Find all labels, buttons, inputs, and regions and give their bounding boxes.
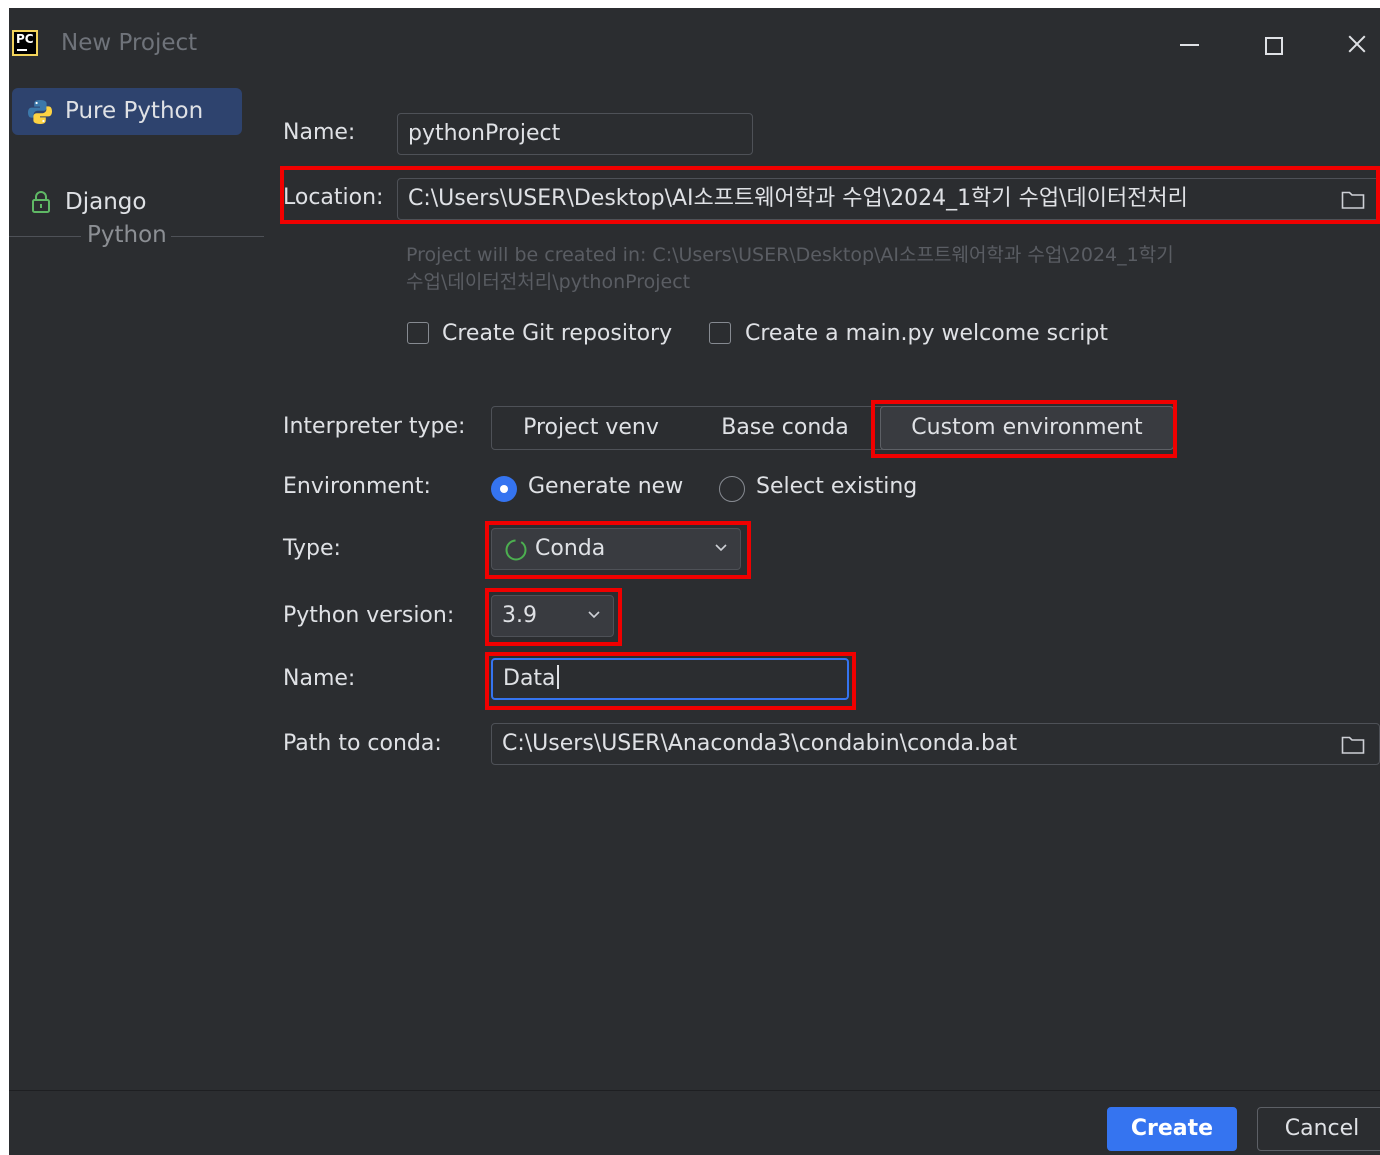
env-type-dropdown[interactable]: Conda: [491, 528, 741, 570]
location-value: C:\Users\USER\Desktop\AI소프트웨어학과 수업\2024_…: [408, 186, 1188, 211]
cancel-button[interactable]: Cancel: [1257, 1107, 1380, 1151]
select-existing-radio[interactable]: [719, 476, 745, 502]
env-type-value: Conda: [535, 536, 606, 561]
chevron-down-icon: [588, 611, 600, 619]
interpreter-custom-environment-option[interactable]: Custom environment: [880, 406, 1174, 450]
location-input[interactable]: C:\Users\USER\Desktop\AI소프트웨어학과 수업\2024_…: [397, 178, 1380, 220]
environment-label: Environment:: [283, 474, 431, 499]
interpreter-type-segmented-control: Project venv Base conda Custom environme…: [491, 406, 1174, 450]
lock-icon: [32, 191, 50, 213]
new-project-dialog: PC New Project Pure Python Python Django…: [9, 8, 1380, 1155]
title-bar: PC New Project: [9, 8, 1380, 80]
project-name-label: Name:: [283, 120, 356, 145]
interpreter-type-label: Interpreter type:: [283, 414, 466, 439]
minimize-button[interactable]: [1169, 24, 1209, 64]
create-git-label: Create Git repository: [442, 321, 673, 346]
create-button[interactable]: Create: [1107, 1107, 1237, 1151]
python-version-value: 3.9: [502, 603, 537, 628]
window-title: New Project: [61, 30, 198, 56]
path-to-conda-label: Path to conda:: [283, 731, 442, 756]
select-existing-label: Select existing: [756, 474, 918, 499]
folder-icon[interactable]: [1341, 190, 1365, 210]
create-main-script-label: Create a main.py welcome script: [745, 321, 1108, 346]
path-to-conda-input[interactable]: C:\Users\USER\Anaconda3\condabin\conda.b…: [491, 723, 1380, 765]
env-name-value: Data: [503, 666, 556, 691]
sidebar-item-pure-python[interactable]: Pure Python: [12, 88, 242, 135]
sidebar-item-label: Django: [65, 189, 147, 215]
interpreter-project-venv-option[interactable]: Project venv: [492, 407, 690, 449]
project-name-input[interactable]: pythonProject: [397, 113, 753, 155]
sidebar-item-label: Pure Python: [65, 98, 204, 124]
env-name-input[interactable]: Data: [491, 658, 849, 700]
project-settings-form: Name: pythonProject Location: C:\Users\U…: [264, 80, 1380, 1090]
generate-new-radio[interactable]: [491, 476, 517, 502]
env-name-label: Name:: [283, 666, 356, 691]
project-path-hint: Project will be created in: C:\Users\USE…: [406, 244, 1174, 293]
python-icon: [28, 100, 52, 124]
path-to-conda-value: C:\Users\USER\Anaconda3\condabin\conda.b…: [502, 731, 1018, 756]
conda-icon: [505, 539, 527, 561]
folder-icon[interactable]: [1341, 735, 1365, 755]
project-type-sidebar: Pure Python Python Django: [9, 80, 264, 1090]
text-caret: [556, 665, 559, 689]
create-main-script-checkbox[interactable]: [709, 322, 731, 344]
close-button[interactable]: [1337, 24, 1377, 64]
python-version-label: Python version:: [283, 603, 455, 628]
create-git-checkbox[interactable]: [407, 322, 429, 344]
pycharm-logo-icon: PC: [12, 30, 38, 56]
location-label: Location:: [283, 185, 384, 210]
sidebar-group-separator: Python: [9, 222, 264, 253]
generate-new-label: Generate new: [528, 474, 684, 499]
maximize-button[interactable]: [1253, 24, 1293, 64]
python-version-dropdown[interactable]: 3.9: [491, 595, 614, 637]
interpreter-base-conda-option[interactable]: Base conda: [690, 407, 880, 449]
sidebar-item-django[interactable]: Django: [12, 179, 242, 226]
chevron-down-icon: [715, 544, 727, 552]
env-type-label: Type:: [283, 536, 341, 561]
dialog-footer: Create Cancel: [9, 1091, 1380, 1155]
